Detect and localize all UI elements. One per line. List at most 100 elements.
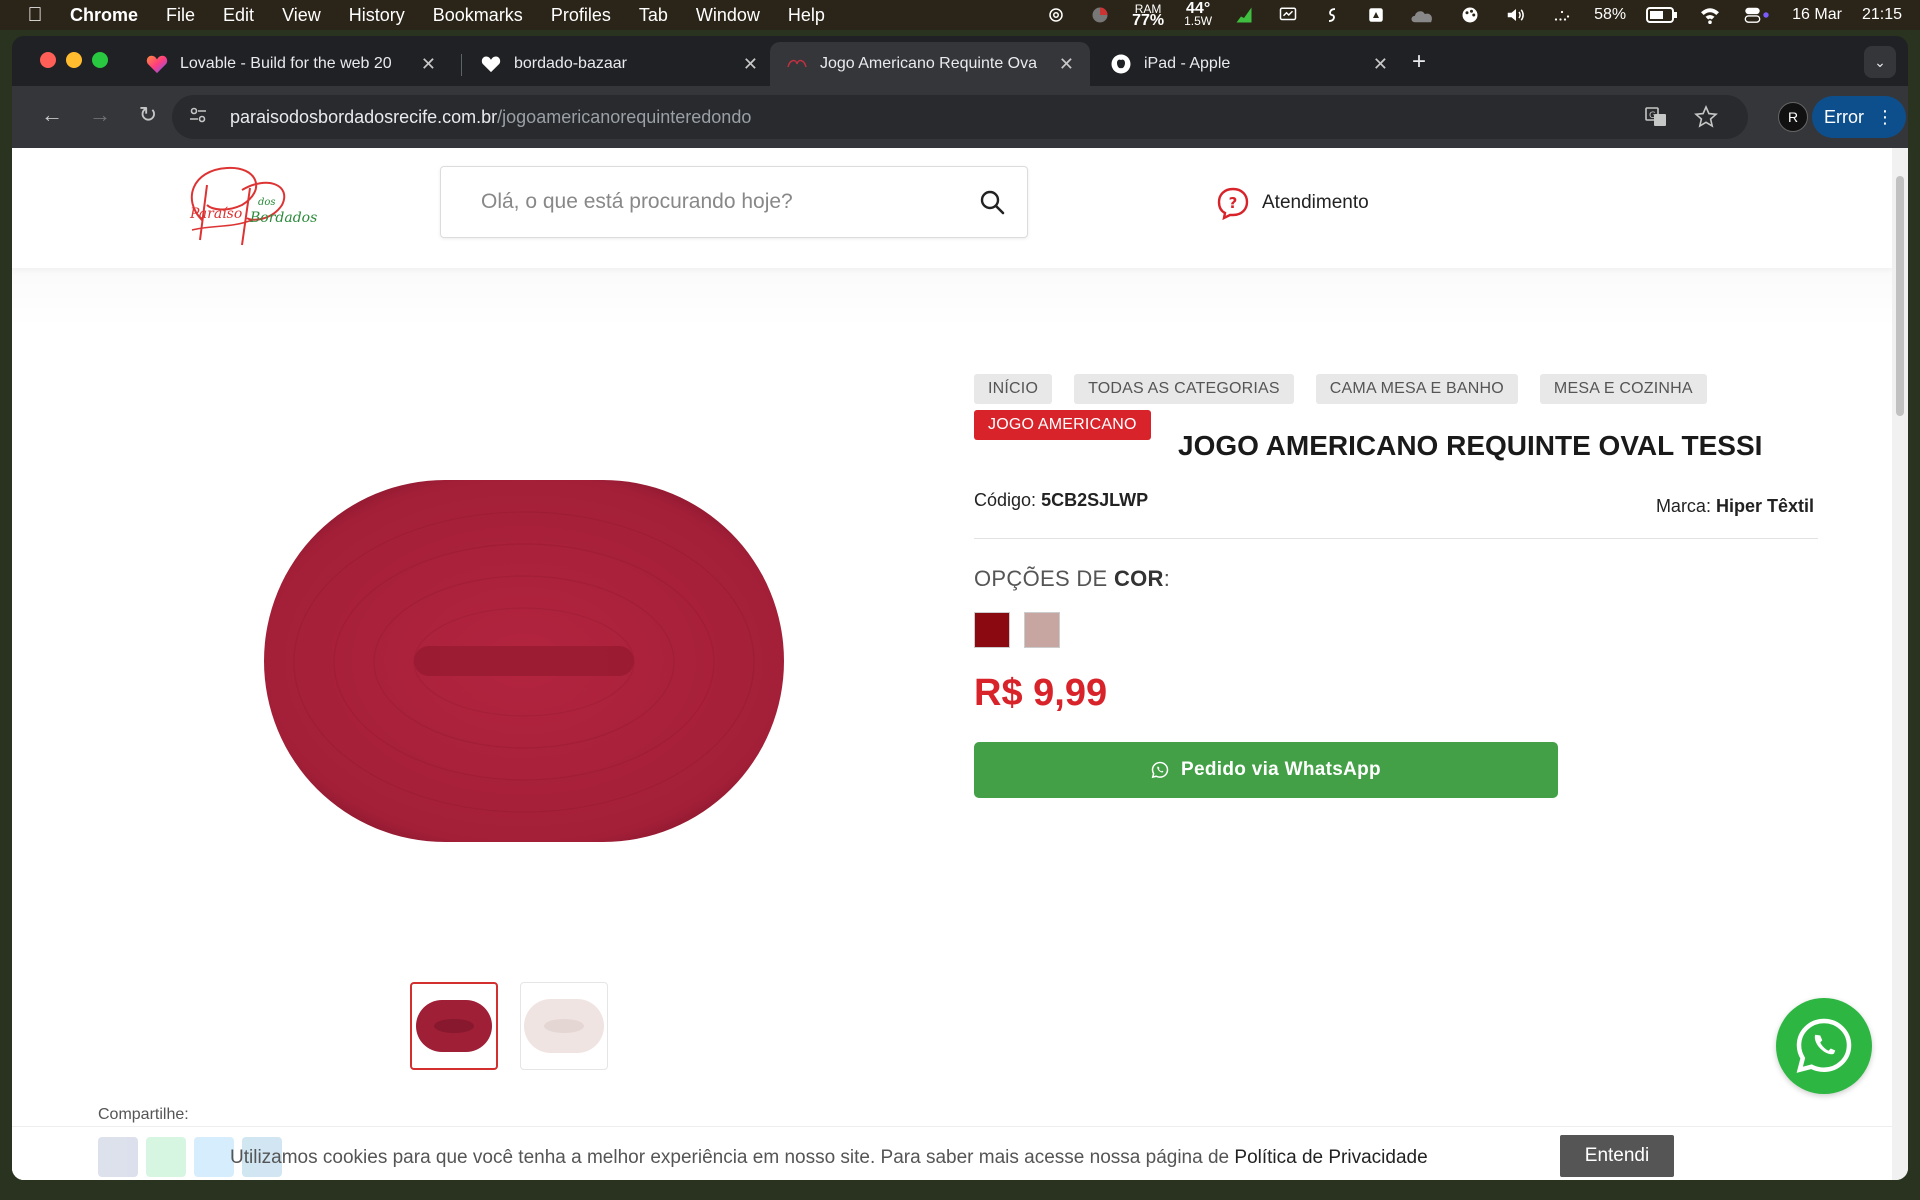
close-tab-icon[interactable]: ✕	[1059, 54, 1074, 75]
privacy-policy-link[interactable]: Política de Privacidade	[1234, 1147, 1427, 1168]
options-key: COR	[1113, 566, 1164, 591]
power-value: 1.5W	[1184, 14, 1213, 28]
site-settings-icon[interactable]	[188, 105, 212, 130]
breadcrumb-todas-categorias[interactable]: TODAS AS CATEGORIAS	[1074, 374, 1294, 404]
floating-whatsapp-button[interactable]	[1776, 998, 1872, 1094]
openai-icon[interactable]	[1044, 6, 1068, 24]
tab-search-chevron-icon[interactable]: ⌄	[1864, 46, 1896, 78]
menu-file[interactable]: File	[166, 5, 195, 26]
close-window-button[interactable]	[40, 52, 56, 68]
help-question-icon: ?	[1217, 187, 1249, 220]
menu-view[interactable]: View	[282, 5, 321, 26]
breadcrumb-inicio[interactable]: INÍCIO	[974, 374, 1053, 404]
product-title: JOGO AMERICANO REQUINTE OVAL TESSI	[1178, 430, 1763, 461]
options-prefix: OPÇÕES DE	[974, 566, 1108, 591]
heart-icon	[480, 53, 502, 75]
heart-gradient-icon	[146, 53, 168, 75]
tab-bordado-bazaar[interactable]: bordado-bazaar ✕	[464, 42, 774, 86]
color-swatch-rose-beige[interactable]	[1024, 612, 1060, 648]
zoom-window-button[interactable]	[92, 52, 108, 68]
forward-arrow-icon[interactable]: →	[80, 102, 120, 128]
cpu-pie-icon[interactable]	[1088, 6, 1112, 24]
ram-value: 77%	[1132, 12, 1165, 29]
search-placeholder: Olá, o que está procurando hoje?	[481, 190, 793, 213]
tab-jogo-americano[interactable]: Jogo Americano Requinte Ova ✕	[770, 42, 1090, 86]
breadcrumb-mesa-cozinha[interactable]: MESA E COZINHA	[1539, 374, 1707, 404]
menu-help[interactable]: Help	[788, 5, 825, 26]
close-tab-icon[interactable]: ✕	[1373, 54, 1388, 75]
battery-icon[interactable]	[1646, 6, 1678, 24]
dots-activity-icon[interactable]	[1550, 6, 1574, 24]
translate-icon[interactable]: G	[1644, 105, 1668, 129]
facebook-icon[interactable]	[98, 1137, 138, 1177]
temp-power-indicator[interactable]: 44° 1.5W	[1184, 1, 1213, 28]
menubar-time[interactable]: 21:15	[1862, 6, 1902, 24]
site-header: Paraíso dos Bordados Olá, o que está pro…	[12, 148, 1892, 268]
battery-percentage[interactable]: 58%	[1594, 6, 1626, 24]
thumbnail-image	[416, 1000, 492, 1052]
bookmark-star-icon[interactable]	[1694, 105, 1718, 129]
whatsapp-order-button[interactable]: Pedido via WhatsApp	[974, 742, 1558, 798]
apple-menu-icon[interactable]: 	[24, 4, 46, 27]
url-host: paraisodosbordadosrecife.com.br	[230, 106, 498, 127]
error-button[interactable]: Error ⋮	[1812, 96, 1906, 138]
breadcrumb-jogo-americano[interactable]: JOGO AMERICANO	[974, 410, 1151, 440]
drive-icon[interactable]	[1364, 6, 1388, 24]
color-swatch-dark-red[interactable]	[974, 612, 1010, 648]
tab-title: Lovable - Build for the web 20	[180, 55, 392, 72]
back-arrow-icon[interactable]: ←	[32, 102, 72, 128]
cookie-text: Utilizamos cookies para que você tenha a…	[230, 1147, 1230, 1168]
menu-edit[interactable]: Edit	[223, 5, 254, 26]
cloud-icon[interactable]	[1408, 6, 1438, 24]
menu-history[interactable]: History	[349, 5, 405, 26]
twitter-icon[interactable]	[194, 1137, 234, 1177]
brand-label: Marca:	[1655, 496, 1711, 516]
breadcrumb-cama-mesa-banho[interactable]: CAMA MESA E BANHO	[1315, 374, 1518, 404]
volume-icon[interactable]	[1502, 6, 1530, 24]
screen-monitor-icon[interactable]	[1276, 6, 1300, 24]
breadcrumb: INÍCIO TODAS AS CATEGORIAS CAMA MESA E B…	[974, 374, 1734, 404]
menubar-date[interactable]: 16 Mar	[1792, 6, 1842, 24]
cookie-message: Utilizamos cookies para que você tenha a…	[230, 1147, 1428, 1169]
product-brand: Marca: Hiper Têxtil	[1656, 496, 1814, 517]
macos-menubar:  Chrome File Edit View History Bookmark…	[0, 0, 1920, 30]
menu-window[interactable]: Window	[696, 5, 760, 26]
reload-icon[interactable]: ↻	[128, 102, 168, 128]
menu-profiles[interactable]: Profiles	[551, 5, 611, 26]
close-tab-icon[interactable]: ✕	[421, 54, 436, 75]
product-thumbnail-red[interactable]	[410, 982, 498, 1070]
new-tab-icon[interactable]: +	[1412, 48, 1426, 76]
scrollbar-thumb[interactable]	[1896, 176, 1904, 416]
menu-tab[interactable]: Tab	[639, 5, 668, 26]
tab-strip: Lovable - Build for the web 20 ✕ bordado…	[12, 36, 1908, 86]
menu-bookmarks[interactable]: Bookmarks	[433, 5, 523, 26]
profile-avatar[interactable]: R	[1778, 102, 1808, 132]
close-tab-icon[interactable]: ✕	[743, 54, 758, 75]
tab-ipad-apple[interactable]: iPad - Apple ✕	[1094, 42, 1404, 86]
apple-icon	[1110, 53, 1132, 75]
search-icon[interactable]	[979, 189, 1005, 215]
control-center-icon[interactable]	[1742, 6, 1772, 24]
whatsapp-share-icon[interactable]	[146, 1137, 186, 1177]
tab-title: bordado-bazaar	[514, 55, 627, 72]
browser-window: Lovable - Build for the web 20 ✕ bordado…	[12, 36, 1908, 1180]
site-logo[interactable]: Paraíso dos Bordados	[172, 160, 322, 250]
page-scrollbar[interactable]	[1892, 148, 1908, 1180]
svg-text:dos: dos	[258, 197, 276, 208]
address-bar[interactable]: paraisodosbordadosrecife.com.br/jogoamer…	[172, 95, 1748, 139]
support-link[interactable]: ? Atendimento	[1216, 186, 1369, 220]
minimize-window-button[interactable]	[66, 52, 82, 68]
search-input[interactable]: Olá, o que está procurando hoje?	[440, 166, 1028, 238]
script-s-icon[interactable]	[1320, 6, 1344, 24]
menu-app-name[interactable]: Chrome	[70, 5, 138, 26]
palette-icon[interactable]	[1458, 6, 1482, 24]
signal-graph-icon[interactable]	[1232, 6, 1256, 24]
ram-indicator[interactable]: RAM 77%	[1132, 3, 1165, 29]
product-thumbnail-beige[interactable]	[520, 982, 608, 1070]
brand-value: Hiper Têxtil	[1715, 496, 1814, 516]
accept-cookies-button[interactable]: Entendi	[1560, 1135, 1674, 1177]
wifi-icon[interactable]	[1698, 6, 1722, 24]
tab-lovable[interactable]: Lovable - Build for the web 20 ✕	[130, 42, 452, 86]
tab-title: Jogo Americano Requinte Ova	[820, 55, 1038, 72]
product-main-image[interactable]	[246, 466, 802, 856]
